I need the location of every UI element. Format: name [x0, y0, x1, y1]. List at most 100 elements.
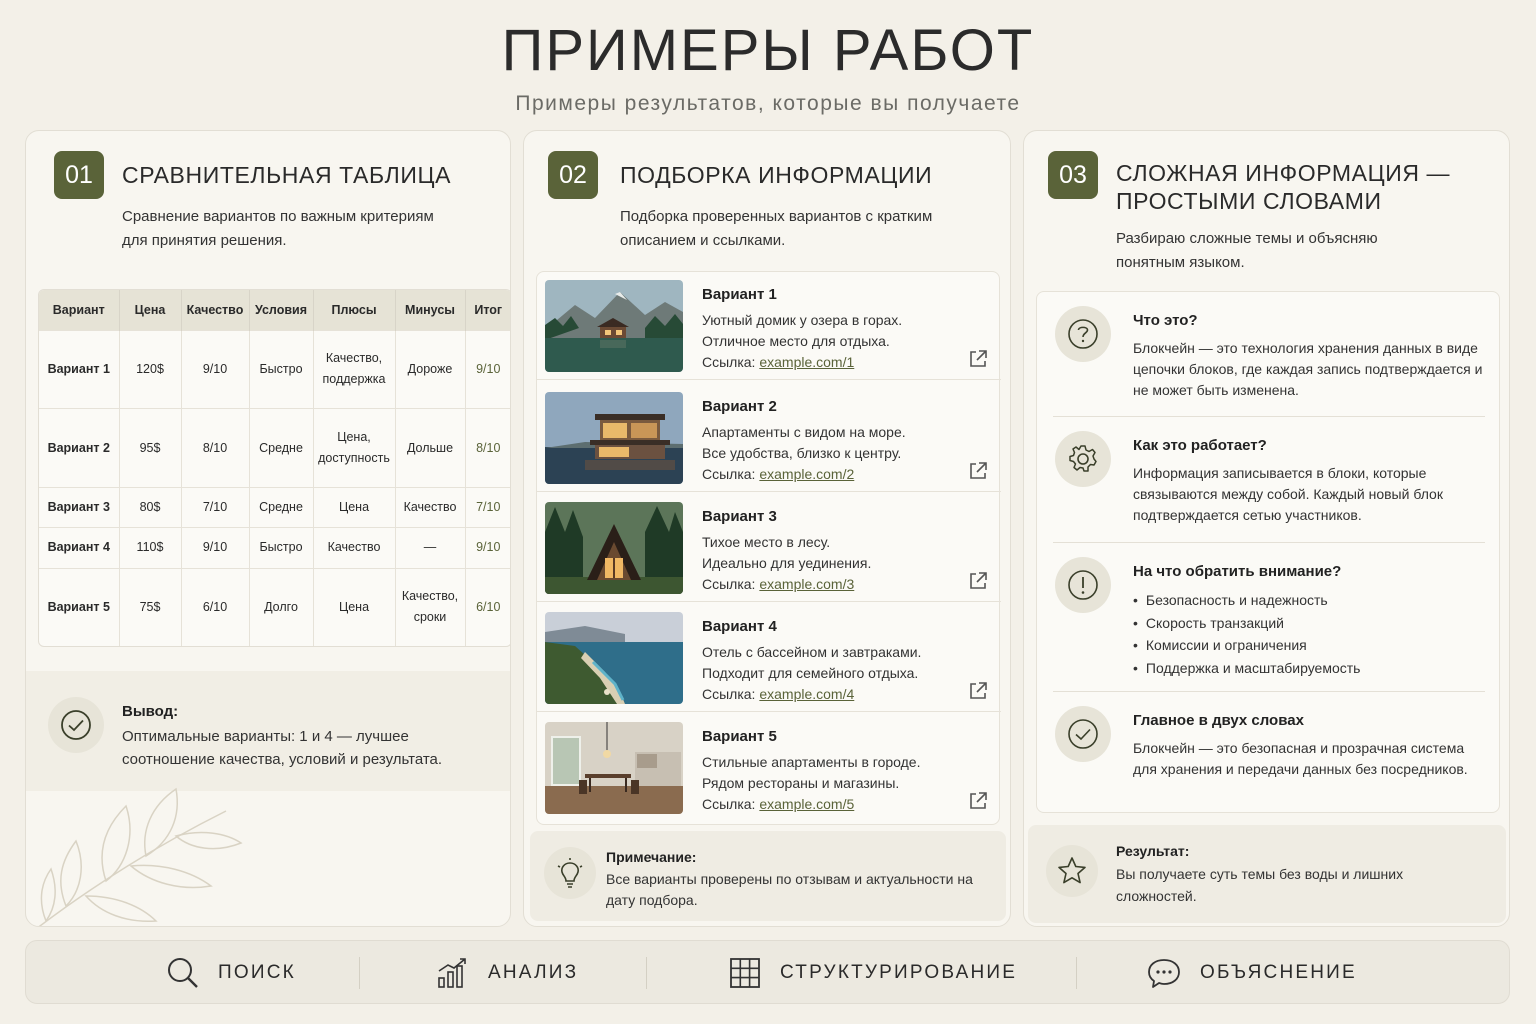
- option-title: Вариант 5: [702, 728, 777, 745]
- card-simple-explanation: 03 СЛОЖНАЯ ИНФОРМАЦИЯ — ПРОСТЫМИ СЛОВАМИ…: [1023, 130, 1510, 927]
- page-header: ПРИМЕРЫ РАБОТ Примеры результатов, котор…: [0, 18, 1536, 116]
- option-line: Подходит для семейного отдыха.: [702, 665, 919, 681]
- option-link[interactable]: example.com/4: [759, 686, 854, 702]
- bullet-item: Поддержка и масштабируемость: [1133, 657, 1361, 680]
- note-text: Все варианты проверены по отзывам и акту…: [606, 871, 973, 908]
- column-header: Плюсы: [313, 290, 396, 330]
- modern-villa-image: [545, 392, 683, 484]
- divider: [1076, 957, 1077, 989]
- table-cell: Средне: [249, 408, 314, 488]
- chart-icon: [438, 958, 466, 988]
- section-title: Что это?: [1133, 312, 1198, 329]
- card-number: 01: [54, 151, 104, 199]
- list-item: Вариант 2 Апартаменты с видом на море. В…: [537, 384, 1001, 492]
- table-cell: 8/10: [181, 408, 250, 488]
- table-row: Вариант 4 110$ 9/10 Быстро Качество — 9/…: [39, 527, 510, 569]
- external-link-icon[interactable]: [967, 348, 989, 370]
- card-description: Сравнение вариантов по важным критериям …: [122, 208, 434, 249]
- table-row: Вариант 5 75$ 6/10 Долго Цена Качество, …: [39, 567, 510, 646]
- option-line: Рядом рестораны и магазины.: [702, 775, 900, 791]
- table-row: Вариант 3 80$ 7/10 Средне Цена Качество …: [39, 487, 510, 528]
- option-link[interactable]: example.com/1: [759, 354, 854, 370]
- forest-cabin-image: [545, 502, 683, 594]
- table-cell: 8/10: [465, 408, 510, 488]
- check-circle-icon: [1055, 706, 1111, 762]
- bar-item-explanation: ОБЪЯСНЕНИЕ: [1146, 941, 1357, 1005]
- card-title: ПОДБОРКА ИНФОРМАЦИИ: [620, 162, 933, 188]
- external-link-icon[interactable]: [967, 680, 989, 702]
- conclusion-title: Вывод:: [122, 703, 179, 720]
- bar-item-analysis: АНАЛИЗ: [436, 941, 578, 1005]
- option-line: Отель с бассейном и завтраками.: [702, 644, 922, 660]
- option-title: Вариант 2: [702, 398, 777, 415]
- link-label: Ссылка:: [702, 576, 756, 592]
- option-line: Отличное место для отдыха.: [702, 333, 890, 349]
- table-cell: Вариант 3: [39, 487, 120, 528]
- table-cell: 6/10: [465, 567, 510, 646]
- card-comparison-table: 01 СРАВНИТЕЛЬНАЯ ТАБЛИЦА Сравнение вариа…: [25, 130, 511, 927]
- table-cell: Вариант 4: [39, 527, 120, 569]
- card-description: Разбираю сложные темы и объясняю понятны…: [1116, 230, 1378, 271]
- capabilities-bar: ПОИСК АНАЛИЗ СТРУКТУРИРОВАНИЕ ОБЪЯСНЕНИЕ: [25, 940, 1510, 1004]
- external-link-icon[interactable]: [967, 790, 989, 812]
- table-cell: 110$: [119, 527, 182, 569]
- option-link[interactable]: example.com/2: [759, 466, 854, 482]
- table-header-row: Вариант Цена Качество Условия Плюсы Мину…: [39, 290, 510, 330]
- exclamation-icon: [1055, 557, 1111, 613]
- table-cell: Вариант 5: [39, 567, 120, 646]
- list-item: Главное в двух словах Блокчейн — это без…: [1037, 692, 1501, 812]
- column-header: Итог: [465, 290, 510, 330]
- conclusion-text: Оптимальные варианты: 1 и 4 — лучшее соо…: [122, 728, 443, 768]
- list-item: Что это? Блокчейн — это технология хране…: [1037, 292, 1501, 416]
- bar-item-label: ОБЪЯСНЕНИЕ: [1200, 962, 1357, 983]
- explanation-list: Что это? Блокчейн — это технология хране…: [1036, 291, 1500, 813]
- comparison-table: Вариант Цена Качество Условия Плюсы Мину…: [38, 289, 510, 647]
- option-link[interactable]: example.com/5: [759, 796, 854, 812]
- table-cell: 120$: [119, 329, 182, 409]
- gear-icon: [1055, 431, 1111, 487]
- table-cell: 9/10: [181, 527, 250, 569]
- bar-item-label: СТРУКТУРИРОВАНИЕ: [780, 962, 1018, 983]
- option-link[interactable]: example.com/3: [759, 576, 854, 592]
- column-header: Качество: [181, 290, 250, 330]
- table-cell: 95$: [119, 408, 182, 488]
- option-line: Тихое место в лесу.: [702, 534, 831, 550]
- table-row: Вариант 1 120$ 9/10 Быстро Качество, под…: [39, 329, 510, 409]
- card-number: 02: [548, 151, 598, 199]
- option-line: Все удобства, близко к центру.: [702, 445, 902, 461]
- section-title: На что обратить внимание?: [1133, 563, 1342, 580]
- external-link-icon[interactable]: [967, 570, 989, 592]
- table-cell: 80$: [119, 487, 182, 528]
- external-link-icon[interactable]: [967, 460, 989, 482]
- grid-icon: [730, 958, 760, 988]
- table-cell: 9/10: [181, 329, 250, 409]
- list-item: Вариант 4 Отель с бассейном и завтраками…: [537, 604, 1001, 712]
- option-title: Вариант 1: [702, 286, 777, 303]
- note-title: Примечание:: [606, 849, 697, 865]
- table-cell: Цена: [313, 567, 396, 646]
- column-header: Вариант: [39, 290, 120, 330]
- result-text: Вы получаете суть темы без воды и лишних…: [1116, 866, 1404, 904]
- check-circle-icon: [48, 697, 104, 753]
- page-title: ПРИМЕРЫ РАБОТ: [501, 18, 1035, 83]
- option-title: Вариант 4: [702, 618, 777, 635]
- table-cell: Вариант 2: [39, 408, 120, 488]
- option-line: Уютный домик у озера в горах.: [702, 312, 903, 328]
- list-item: Вариант 5 Стильные апартаменты в городе.…: [537, 714, 1001, 822]
- lake-house-image: [545, 280, 683, 372]
- options-list: Вариант 1 Уютный домик у озера в горах. …: [536, 271, 1001, 825]
- bullet-list: Безопасность и надежность Скорость транз…: [1133, 589, 1361, 680]
- option-title: Вариант 3: [702, 508, 777, 525]
- table-cell: Вариант 1: [39, 329, 120, 409]
- chat-icon: [1148, 959, 1180, 988]
- section-text: Блокчейн — это безопасная и прозрачная с…: [1133, 740, 1468, 777]
- table-cell: 75$: [119, 567, 182, 646]
- table-cell: Качество: [395, 487, 466, 528]
- table-cell: Долго: [249, 567, 314, 646]
- page-subtitle: Примеры результатов, которые вы получает…: [515, 92, 1021, 115]
- bullet-item: Комиссии и ограничения: [1133, 634, 1360, 657]
- link-label: Ссылка:: [702, 796, 756, 812]
- option-line: Идеально для уединения.: [702, 555, 872, 571]
- table-cell: 7/10: [465, 487, 510, 528]
- table-cell: 7/10: [181, 487, 250, 528]
